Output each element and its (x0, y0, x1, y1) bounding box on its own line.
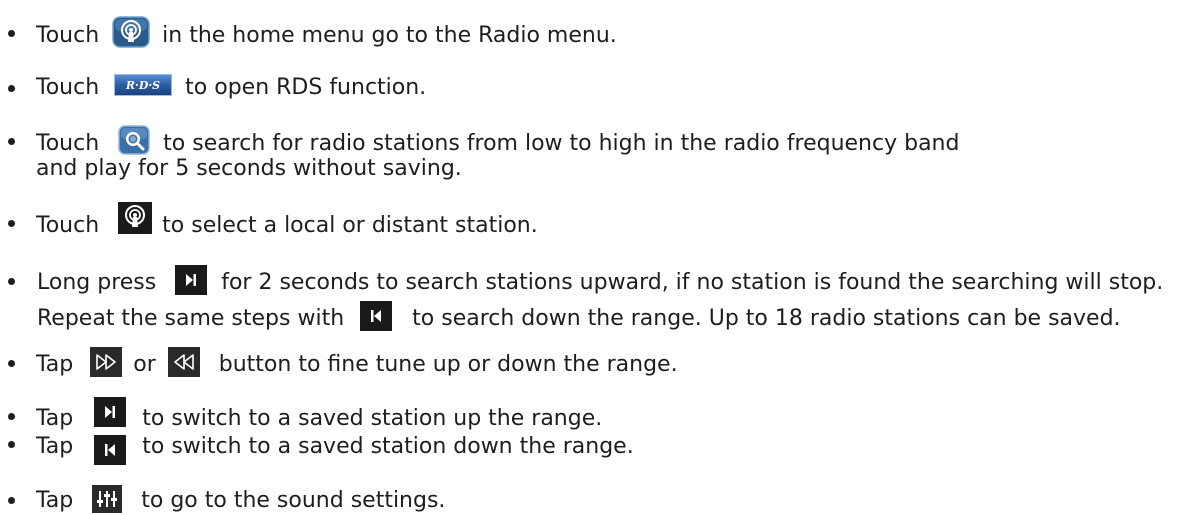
instruction-line: Touch in the home menu go to the Radio m… (36, 16, 617, 48)
instruction-text: to search for radio stations from low to… (163, 131, 960, 156)
bullet (8, 85, 15, 92)
instruction-text: Touch (36, 213, 100, 238)
instruction-text: Tap (36, 352, 74, 377)
instruction-text: button to fine tune up or down the range… (218, 352, 678, 377)
next-station-icon (175, 265, 208, 295)
instruction-text: Touch (36, 131, 100, 156)
bullet (8, 413, 15, 420)
instruction-text: to switch to a saved station down the ra… (142, 434, 634, 459)
instruction-line: Touch R·D·S to open RDS function. (36, 74, 427, 101)
previous-station-icon (94, 435, 127, 465)
instruction-text: and play for 5 seconds without saving. (36, 156, 462, 181)
instruction-text: Repeat the same steps with (37, 306, 345, 331)
instruction-line: and play for 5 seconds without saving. (36, 156, 462, 182)
bullet (8, 220, 15, 227)
instruction-line: Tap to switch to a saved station up the … (36, 397, 603, 431)
fast-forward-icon (90, 347, 123, 377)
instruction-text: to select a local or distant station. (162, 213, 538, 238)
bullet (8, 278, 15, 285)
instruction-text: Tap (36, 406, 74, 431)
instruction-text: to go to the sound settings. (141, 488, 446, 513)
bullet (8, 360, 15, 367)
instruction-text: Tap (36, 434, 74, 459)
instruction-line: Touch to search for radio stations from … (36, 125, 960, 156)
instruction-text: Touch (36, 75, 100, 100)
bullet (8, 138, 15, 145)
instruction-text: to open RDS function. (185, 75, 427, 100)
instruction-text: or (133, 352, 156, 377)
instruction-text: Long press (37, 270, 157, 295)
instruction-text: for 2 seconds to search stations upward,… (221, 270, 1164, 295)
instruction-line: Long press for 2 seconds to search stati… (37, 265, 1164, 295)
bullet (8, 497, 15, 504)
instruction-line: Repeat the same steps with to search dow… (37, 301, 1121, 331)
equalizer-icon (92, 485, 123, 513)
instruction-line: Touch to select a local or distant stati… (36, 202, 538, 238)
next-station-icon (94, 397, 127, 427)
bullet (8, 30, 15, 37)
instruction-line: Tap or button to fine tune up or down th… (36, 347, 678, 377)
instruction-text: to search down the range. Up to 18 radio… (412, 306, 1121, 331)
rewind-icon (167, 347, 200, 377)
search-scan-icon (118, 125, 150, 155)
instruction-line: Tap to switch to a saved station down th… (36, 432, 634, 465)
rds-button-icon: R·D·S (114, 74, 173, 96)
instruction-line: Tap to go to the sound settings. (36, 485, 446, 513)
bullet (8, 441, 15, 448)
rds-label: R·D·S (125, 79, 160, 92)
previous-station-icon (360, 301, 393, 331)
local-distant-icon (118, 202, 153, 234)
instruction-text: to switch to a saved station up the rang… (142, 406, 603, 431)
instruction-text: Touch (36, 23, 100, 48)
instruction-text: in the home menu go to the Radio menu. (162, 23, 617, 48)
instruction-text: Tap (36, 488, 74, 513)
radio-home-icon (112, 16, 150, 48)
